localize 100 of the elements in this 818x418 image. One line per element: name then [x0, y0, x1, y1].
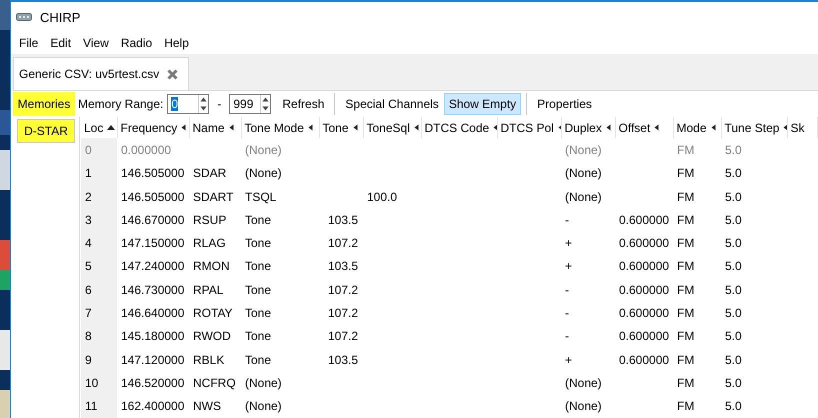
table-cell: 5.0 [725, 399, 742, 414]
column-header[interactable]: Name [192, 120, 234, 135]
table-cell: RBLK [193, 352, 224, 367]
table-cell: + [565, 236, 572, 250]
table-cell: + [565, 352, 572, 367]
table-row[interactable]: 11 162.400000 NWS (None) (None) FM 5.0 [81, 394, 817, 418]
side-tab[interactable]: Memories [13, 92, 75, 116]
table-row[interactable]: 9 147.120000 RBLK Tone 103.5 + 0.600000 FM 5.0 [81, 348, 817, 372]
table-cell: FM [677, 190, 694, 204]
column-header[interactable]: Duplex [564, 120, 611, 135]
column-header[interactable]: DTCS Code [424, 120, 496, 135]
table-cell: 146.640000 [121, 306, 184, 320]
spin-arrows-icon[interactable] [260, 95, 270, 113]
column-header[interactable]: Loc [84, 120, 116, 135]
table-cell: (None) [565, 142, 602, 157]
table-cell: FM [677, 352, 694, 367]
table-row[interactable]: 4 147.150000 RLAG Tone 107.2 + 0.600000 FM 5.0 [81, 231, 817, 255]
table-cell: ROTAY [193, 306, 233, 320]
column-header[interactable]: Offset [618, 120, 660, 135]
table-cell: 0.600000 [619, 329, 670, 344]
table-cell: 103.5 [328, 352, 358, 367]
table-row[interactable]: 6 146.730000 RPAL Tone 107.2 - 0.600000 FM 5.0 [81, 278, 817, 302]
column-header[interactable]: Tune Step [724, 120, 786, 135]
table-row[interactable]: 10 146.520000 NCFRQ (None) (None) FM 5.0 [81, 371, 817, 395]
menu-item[interactable]: View [77, 36, 115, 50]
toolbar-button[interactable]: Properties [532, 93, 597, 115]
table-cell: 3 [85, 212, 92, 227]
table-cell: 0.600000 [619, 306, 670, 320]
table-cell: TSQL [245, 190, 276, 204]
toolbar-button[interactable]: Refresh [277, 93, 330, 115]
table-cell: 147.240000 [121, 259, 184, 274]
table-cell: FM [677, 399, 694, 414]
table-row[interactable]: 1 146.505000 SDAR (None) (None) FM 5.0 [81, 162, 817, 185]
table-cell: 146.505000 [121, 190, 184, 204]
table-cell: - [565, 329, 569, 344]
table-cell: FM [677, 166, 694, 180]
table-cell: 0.600000 [619, 259, 670, 274]
table-cell: 4 [85, 236, 92, 250]
table-cell: SDART [193, 190, 234, 204]
table-cell: 5.0 [725, 376, 742, 390]
table-row[interactable]: 5 147.240000 RMON Tone 103.5 + 0.600000 FM 5.0 [81, 254, 817, 278]
toolbar-button[interactable]: Special Channels [340, 93, 444, 115]
column-header[interactable]: Mode [676, 120, 716, 135]
table-cell: RSUP [193, 212, 226, 227]
table-cell: 5.0 [725, 352, 742, 367]
table-row[interactable]: 0 0.000000 (None) (None) FM 5.0 [81, 138, 817, 162]
table-cell: 146.520000 [121, 376, 184, 390]
table-cell: Tone [245, 212, 272, 227]
table-cell: NCFRQ [193, 376, 236, 390]
serial-port-icon [16, 13, 32, 21]
table-cell: 103.5 [328, 212, 358, 227]
table-cell: 5.0 [725, 142, 742, 157]
menu-item[interactable]: Edit [44, 36, 78, 50]
table-cell: 107.2 [328, 306, 358, 320]
table-cell: Tone [245, 282, 272, 297]
column-header[interactable]: DTCS Pol [500, 120, 560, 135]
table-cell: 145.180000 [121, 329, 184, 344]
table-row[interactable]: 7 146.640000 ROTAY Tone 107.2 - 0.600000 FM 5.0 [81, 301, 817, 325]
table-cell: (None) [565, 190, 602, 204]
range-label: Memory Range: [78, 97, 164, 111]
table-cell: 162.400000 [121, 399, 184, 414]
table-cell: RWOD [193, 329, 231, 344]
table-cell: 11 [85, 399, 98, 414]
table-cell: 147.120000 [121, 352, 184, 367]
table-row[interactable]: 3 146.670000 RSUP Tone 103.5 - 0.600000 FM 5.0 [81, 208, 817, 232]
spin-field[interactable]: 0 [167, 94, 210, 114]
table-cell: 107.2 [328, 236, 358, 250]
table-cell: 100.0 [367, 190, 398, 204]
close-icon[interactable] [167, 68, 178, 80]
file-tab[interactable]: Generic CSV: uv5rtest.csv [13, 57, 190, 90]
toolbar-button[interactable]: Show Empty [444, 93, 522, 115]
table-cell: 5.0 [725, 190, 742, 204]
table-cell: 146.505000 [121, 166, 184, 180]
column-header[interactable]: Frequency [120, 120, 186, 135]
table-row[interactable]: 8 145.180000 RWOD Tone 107.2 - 0.600000 FM 5.0 [81, 324, 817, 348]
table-cell: (None) [245, 376, 282, 390]
table-cell: 5.0 [725, 236, 742, 250]
column-header[interactable]: ToneSql [366, 120, 419, 135]
side-tab[interactable]: D-STAR [17, 119, 75, 143]
table-cell: 8 [85, 329, 92, 344]
column-header[interactable]: Sk [790, 120, 805, 135]
table-cell: FM [677, 142, 694, 157]
menu-item[interactable]: Radio [114, 36, 158, 50]
table-cell: 10 [85, 376, 98, 390]
table-cell: - [565, 212, 569, 227]
spin-field[interactable]: 999 [229, 94, 272, 114]
table-row[interactable]: 2 146.505000 SDART TSQL 100.0 (None) FM 5.0 [81, 184, 817, 208]
table-cell: 107.2 [328, 329, 358, 344]
column-header[interactable]: Tone [322, 120, 358, 135]
table-cell: FM [677, 306, 694, 320]
table-cell: 6 [85, 282, 92, 297]
menu-item[interactable]: Help [158, 36, 195, 50]
menu-item[interactable]: File [13, 36, 44, 50]
column-header[interactable]: Tone Mode [244, 120, 313, 135]
table-cell: 5.0 [725, 259, 742, 274]
table-cell: 5.0 [725, 282, 742, 297]
spin-arrows-icon[interactable] [198, 95, 208, 113]
table-cell: 9 [85, 352, 92, 367]
table-cell: 0.600000 [619, 212, 670, 227]
table-cell: (None) [565, 399, 602, 414]
